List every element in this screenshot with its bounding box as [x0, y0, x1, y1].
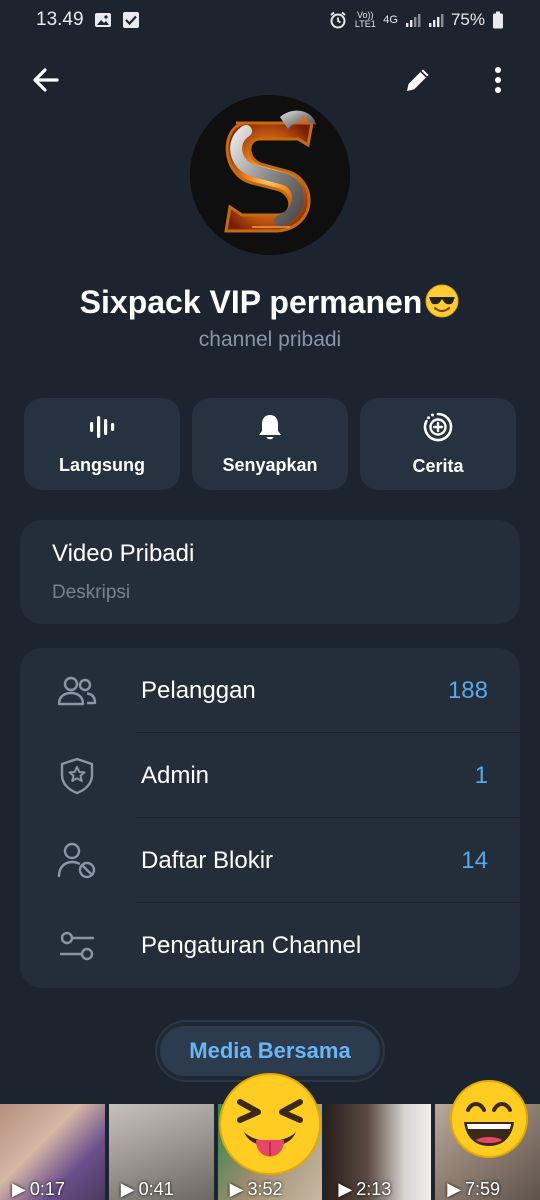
mute-button-label: Senyapkan: [222, 455, 318, 475]
pencil-icon: [403, 65, 433, 100]
video-duration: ▶ 0:17: [12, 1179, 65, 1199]
list-item-label: Admin: [141, 761, 210, 789]
bell-icon: [255, 412, 285, 447]
live-button[interactable]: Langsung: [24, 398, 180, 490]
status-bar: 13.49 Vo)) LTE1 4G 75%: [0, 0, 540, 40]
story-add-icon: [422, 411, 454, 448]
signal-icon-2: [428, 12, 444, 28]
back-button[interactable]: [22, 58, 70, 106]
channel-title: Sixpack VIP permanen: [0, 283, 540, 327]
status-right: Vo)) LTE1 4G 75%: [329, 10, 504, 30]
gallery-icon: [94, 11, 112, 29]
list-item-label: Pengaturan Channel: [141, 931, 362, 959]
channel-name-text: Sixpack VIP permanen: [79, 284, 423, 320]
channel-avatar[interactable]: [190, 95, 350, 255]
battery-percent: 75%: [450, 10, 485, 29]
shield-star-icon: [56, 755, 98, 797]
description-title: Video Pribadi: [52, 540, 195, 567]
list-item-blocklist[interactable]: Daftar Blokir 14: [20, 818, 520, 903]
story-button[interactable]: Cerita: [360, 398, 516, 490]
action-row: Langsung Senyapkan Cerita: [24, 398, 516, 490]
media-thumbnail[interactable]: ▶ 0:41: [108, 1104, 214, 1200]
video-duration: ▶ 7:59: [447, 1179, 501, 1199]
channel-settings-list: Pelanggan 188 Admin 1 Daftar Blokir 14 P…: [20, 648, 520, 988]
mute-button[interactable]: Senyapkan: [192, 398, 348, 490]
sliders-icon: [56, 925, 98, 967]
list-item-admins[interactable]: Admin 1: [20, 733, 520, 818]
play-icon: ▶: [120, 1179, 135, 1199]
list-item-label: Pelanggan: [141, 676, 256, 704]
tongue-out-emoji-icon: [216, 1070, 324, 1178]
alarm-icon: [329, 11, 347, 29]
arrow-left-icon: [31, 65, 61, 100]
list-item-subscribers[interactable]: Pelanggan 188: [20, 648, 520, 733]
checkbox-icon: [122, 11, 140, 29]
signal-icon: [405, 12, 421, 28]
story-button-label: Cerita: [412, 456, 464, 476]
user-block-icon: [56, 840, 98, 882]
dragon-s-logo: [190, 95, 350, 255]
status-left: 13.49: [36, 9, 140, 31]
description-card[interactable]: Video Pribadi Deskripsi: [20, 520, 520, 624]
battery-icon: [492, 11, 504, 29]
channel-subtitle: channel pribadi: [198, 328, 342, 351]
play-icon: ▶: [12, 1179, 26, 1199]
list-item-count: 14: [461, 846, 488, 874]
network-type: 4G: [383, 13, 398, 26]
play-icon: ▶: [447, 1179, 462, 1199]
status-time: 13.49: [36, 9, 84, 30]
video-duration: ▶ 2:13: [338, 1179, 392, 1199]
list-item-channel-settings[interactable]: Pengaturan Channel: [20, 903, 520, 988]
live-button-label: Langsung: [59, 455, 145, 475]
sunglasses-emoji-icon: [424, 283, 460, 327]
video-duration: ▶ 0:41: [120, 1179, 174, 1199]
media-thumbnail[interactable]: ▶ 0:17: [0, 1104, 105, 1200]
list-item-label: Daftar Blokir: [141, 846, 274, 874]
play-icon: ▶: [229, 1179, 244, 1199]
edit-button[interactable]: [394, 58, 442, 106]
play-icon: ▶: [338, 1179, 353, 1199]
live-stream-icon: [87, 412, 117, 447]
video-duration: ▶ 3:52: [229, 1179, 283, 1199]
more-vertical-icon: [493, 65, 503, 100]
grinning-emoji-icon: [448, 1078, 530, 1160]
users-icon: [56, 670, 98, 712]
more-options-button[interactable]: [474, 58, 522, 106]
shared-media-tab[interactable]: Media Bersama: [160, 1026, 380, 1076]
media-thumbnail[interactable]: ▶ 2:13: [326, 1104, 432, 1200]
list-item-count: 1: [474, 761, 488, 789]
volte-indicator: Vo)) LTE1: [354, 10, 376, 29]
description-subtitle: Deskripsi: [52, 582, 131, 603]
list-item-count: 188: [447, 676, 488, 704]
